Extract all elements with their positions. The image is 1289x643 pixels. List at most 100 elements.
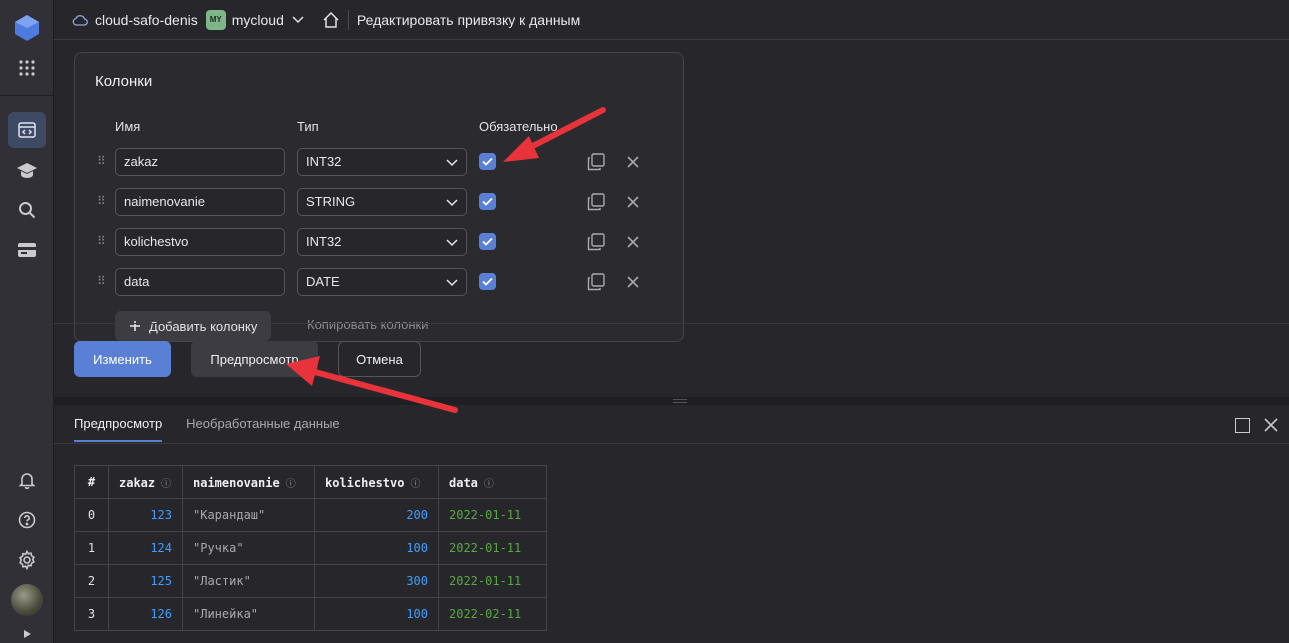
- table-cell: 123: [108, 498, 183, 532]
- cloud-icon: [72, 14, 88, 26]
- table-cell: 2022-01-11: [438, 564, 547, 598]
- home-icon[interactable]: [322, 11, 340, 29]
- settings-gear-icon[interactable]: [13, 546, 41, 574]
- help-icon[interactable]: [13, 506, 41, 534]
- header-label: kolichestvo: [325, 475, 405, 490]
- left-rail: [0, 0, 54, 643]
- close-icon[interactable]: [626, 235, 640, 249]
- drag-handle-icon[interactable]: ⠿: [97, 194, 107, 208]
- column-row: ⠿ zakaz INT32: [75, 148, 683, 176]
- check-icon: [482, 197, 493, 206]
- column-name-input[interactable]: naimenovanie: [115, 188, 285, 216]
- chevron-down-icon[interactable]: [292, 15, 304, 24]
- column-type-value: INT32: [306, 154, 342, 169]
- graduation-cap-icon[interactable]: [13, 156, 41, 184]
- close-pane-icon[interactable]: [1264, 418, 1278, 432]
- table-cell: 300: [314, 564, 439, 598]
- info-icon[interactable]: ⓘ: [484, 479, 494, 490]
- table-cell: 100: [314, 597, 439, 631]
- table-cell: 200: [314, 498, 439, 532]
- copy-columns-button[interactable]: Копировать колонки: [307, 317, 428, 332]
- copy-icon[interactable]: [587, 153, 605, 171]
- table-cell: 126: [108, 597, 183, 631]
- check-icon: [482, 237, 493, 246]
- close-icon[interactable]: [626, 195, 640, 209]
- preview-pane: Предпросмотр Необработанные данные # zak…: [54, 405, 1289, 643]
- table-cell: "Ручка": [182, 531, 315, 565]
- search-icon[interactable]: [13, 196, 41, 224]
- required-checkbox[interactable]: [479, 153, 496, 170]
- column-type-select[interactable]: INT32: [297, 148, 467, 176]
- tab-raw-data[interactable]: Необработанные данные: [186, 416, 339, 442]
- chevron-down-icon: [446, 199, 458, 207]
- column-header-type: Тип: [297, 119, 319, 134]
- table-cell: 2022-01-11: [438, 531, 547, 565]
- change-button[interactable]: Изменить: [74, 341, 171, 377]
- table-cell: 124: [108, 531, 183, 565]
- preview-button[interactable]: Предпросмотр: [191, 341, 318, 377]
- check-icon: [482, 277, 493, 286]
- bell-icon[interactable]: [13, 466, 41, 494]
- folder-name-link[interactable]: mycloud: [232, 12, 284, 28]
- column-header-required: Обязательно: [479, 119, 558, 134]
- column-type-select[interactable]: INT32: [297, 228, 467, 256]
- close-icon[interactable]: [626, 275, 640, 289]
- copy-icon[interactable]: [587, 233, 605, 251]
- column-type-value: INT32: [306, 234, 342, 249]
- drag-handle-icon[interactable]: ⠿: [97, 234, 107, 248]
- column-type-select[interactable]: DATE: [297, 268, 467, 296]
- drag-handle-icon[interactable]: ⠿: [97, 274, 107, 288]
- columns-panel-title: Колонки: [95, 73, 153, 90]
- tab-preview[interactable]: Предпросмотр: [74, 416, 163, 442]
- chevron-down-icon: [446, 159, 458, 167]
- add-column-label: Добавить колонку: [149, 318, 258, 334]
- column-name-input[interactable]: zakaz: [115, 148, 285, 176]
- tabs-underline: [54, 443, 1289, 444]
- table-header-row: # zakaz ⓘ naimenovanie ⓘ kolichestvo ⓘ data…: [74, 465, 547, 499]
- table-row: 0 123 "Карандаш" 200 2022-01-11: [74, 498, 547, 532]
- info-icon[interactable]: ⓘ: [161, 479, 171, 490]
- copy-icon[interactable]: [587, 193, 605, 211]
- table-cell: 2022-02-11: [438, 597, 547, 631]
- user-avatar[interactable]: [11, 584, 43, 616]
- table-header-cell: data ⓘ: [438, 465, 547, 499]
- column-row: ⠿ data DATE: [75, 268, 683, 296]
- required-checkbox[interactable]: [479, 273, 496, 290]
- expand-rail-icon[interactable]: [13, 625, 41, 643]
- header-label: naimenovanie: [193, 475, 280, 490]
- page-title: Редактировать привязку к данным: [356, 11, 581, 28]
- table-cell: 2: [74, 564, 109, 598]
- add-column-button[interactable]: Добавить колонку: [115, 311, 272, 341]
- column-name-input[interactable]: kolichestvo: [115, 228, 285, 256]
- splitter-grip-icon[interactable]: [673, 399, 687, 403]
- preview-tabs: Предпросмотр Необработанные данные: [74, 416, 340, 442]
- table-cell: "Линейка": [182, 597, 315, 631]
- column-name-input[interactable]: data: [115, 268, 285, 296]
- cloud-name-link[interactable]: cloud-safo-denis: [95, 12, 198, 28]
- folder-badge: MY: [205, 9, 226, 30]
- table-cell: "Карандаш": [182, 498, 315, 532]
- column-type-select[interactable]: STRING: [297, 188, 467, 216]
- required-checkbox[interactable]: [479, 233, 496, 250]
- maximize-icon[interactable]: [1235, 418, 1250, 433]
- copy-icon[interactable]: [587, 273, 605, 291]
- info-icon[interactable]: ⓘ: [410, 479, 420, 490]
- pane-splitter[interactable]: [54, 397, 1289, 405]
- billing-card-icon[interactable]: [13, 236, 41, 264]
- table-cell: 1: [74, 531, 109, 565]
- info-icon[interactable]: ⓘ: [286, 479, 296, 490]
- required-checkbox[interactable]: [479, 193, 496, 210]
- table-cell: 100: [314, 531, 439, 565]
- columns-panel: Колонки Имя Тип Обязательно ⠿ zakaz INT3…: [74, 52, 684, 342]
- yandex-cloud-logo-icon[interactable]: [13, 14, 41, 42]
- close-icon[interactable]: [626, 155, 640, 169]
- code-window-icon[interactable]: [8, 112, 46, 148]
- table-header-cell: #: [74, 465, 109, 499]
- cancel-button[interactable]: Отмена: [338, 341, 421, 377]
- services-grid-icon[interactable]: [13, 54, 41, 82]
- plus-icon: [130, 321, 140, 331]
- header-label: data: [449, 475, 478, 490]
- drag-handle-icon[interactable]: ⠿: [97, 154, 107, 168]
- table-cell: 0: [74, 498, 109, 532]
- chevron-down-icon: [446, 239, 458, 247]
